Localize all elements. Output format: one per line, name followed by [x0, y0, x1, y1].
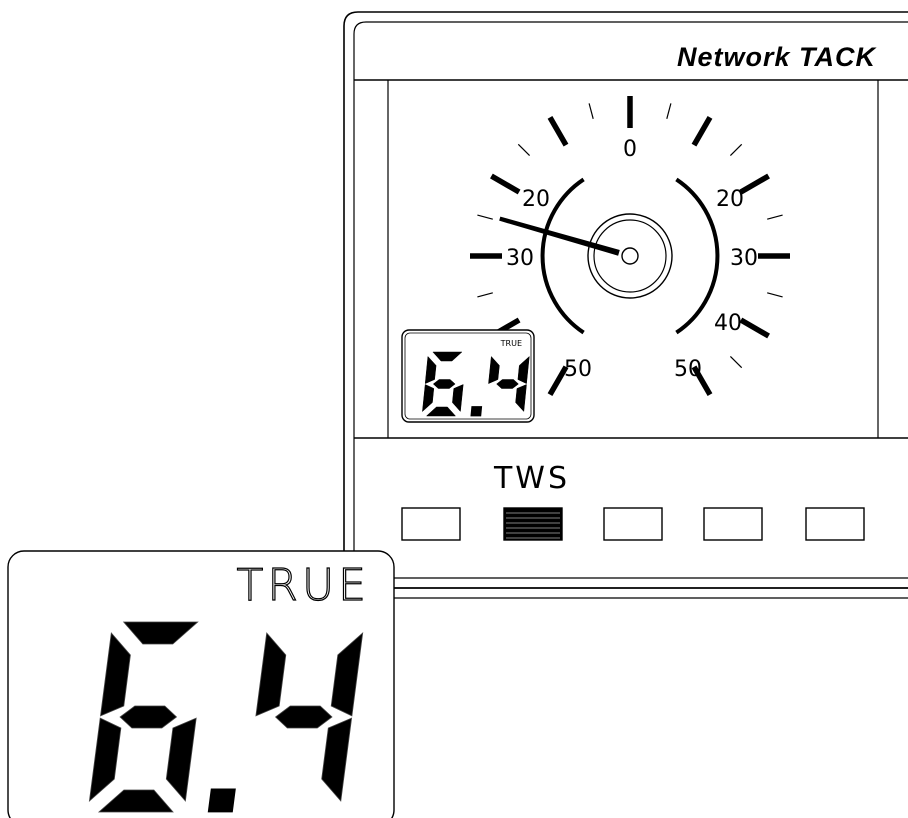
dial-label-left-50: 50: [564, 357, 592, 382]
zoomed-true-display: TRUE: [7, 550, 395, 818]
soft-key-5[interactable]: [805, 507, 865, 541]
mode-label: TWS: [493, 461, 570, 496]
dial-hub-inner: [593, 219, 667, 293]
brand-title: Network TACK: [677, 42, 878, 72]
decimal-point: [207, 788, 236, 813]
major-tick: [739, 317, 770, 339]
minor-tick: [729, 355, 743, 369]
dial-label-right-50: 50: [674, 357, 702, 382]
soft-key-row: [401, 507, 865, 541]
decimal-point: [470, 406, 483, 417]
soft-key-3[interactable]: [603, 507, 663, 541]
dial-label-left-20: 20: [522, 187, 550, 212]
minor-tick: [767, 214, 783, 220]
minor-tick: [477, 292, 493, 298]
minor-tick: [517, 143, 531, 157]
minor-tick: [767, 292, 783, 298]
minor-tick: [666, 103, 672, 119]
minor-tick: [477, 214, 493, 220]
small-true-display: TRUE: [401, 329, 535, 423]
major-tick: [547, 116, 569, 147]
minor-tick: [729, 143, 743, 157]
major-tick: [490, 173, 521, 195]
dial-label-right-30: 30: [730, 246, 758, 271]
major-tick: [739, 173, 770, 195]
soft-key-1[interactable]: [401, 507, 461, 541]
minor-tick: [588, 103, 594, 119]
dial-hub-center: [621, 247, 639, 265]
instrument-diagram: Network TACK 0 20 30 50 20 30 40 50 TRUE…: [7, 11, 908, 818]
dial-label-left-30: 30: [506, 246, 534, 271]
dial-label-right-40: 40: [714, 311, 742, 336]
zoom-true-caption: TRUE: [237, 560, 370, 611]
dial-arc-right: [675, 177, 720, 335]
soft-key-4[interactable]: [703, 507, 763, 541]
small-true-caption: TRUE: [500, 339, 522, 348]
major-tick: [691, 116, 713, 147]
dial-label-right-20: 20: [716, 187, 744, 212]
dial-label-0: 0: [623, 137, 637, 162]
dial-hub-outer: [587, 213, 673, 299]
